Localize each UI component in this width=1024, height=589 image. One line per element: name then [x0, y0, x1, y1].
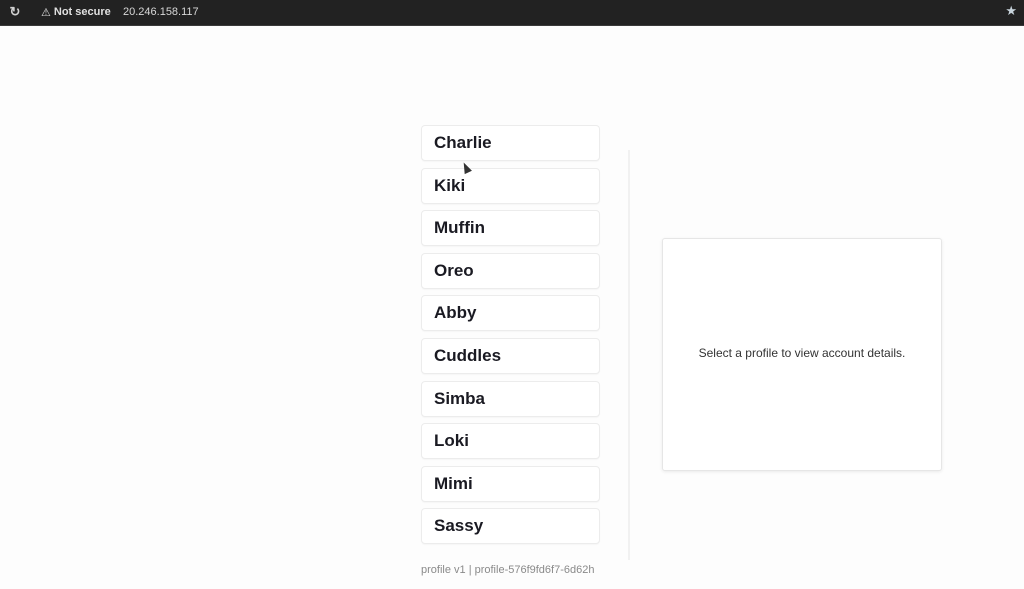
- address-bar[interactable]: 20.246.158.117: [123, 4, 199, 20]
- version-footer: profile v1 | profile-576f9fd6f7-6d62h: [421, 564, 595, 576]
- panel-divider: [628, 150, 630, 560]
- profile-item-muffin[interactable]: Muffin: [421, 210, 600, 247]
- reload-icon[interactable]: ↻: [8, 4, 22, 20]
- profile-item-charlie[interactable]: Charlie: [421, 125, 600, 161]
- profile-item-kiki[interactable]: Kiki: [421, 167, 600, 204]
- profile-item-simba[interactable]: Simba: [421, 380, 600, 417]
- browser-toolbar: ↻ ⚠ Not secure 20.246.158.117 ★: [0, 0, 1024, 26]
- profile-item-loki[interactable]: Loki: [421, 423, 600, 460]
- security-indicator[interactable]: ⚠ Not secure: [41, 4, 111, 20]
- profile-item-sassy[interactable]: Sassy: [421, 508, 600, 545]
- account-details-panel: Select a profile to view account details…: [662, 238, 942, 471]
- profile-item-abby[interactable]: Abby: [421, 295, 600, 332]
- profile-item-mimi[interactable]: Mimi: [421, 465, 600, 502]
- star-icon[interactable]: ★: [1005, 3, 1017, 19]
- profile-item-cuddles[interactable]: Cuddles: [421, 338, 600, 374]
- security-label: Not secure: [53, 6, 111, 18]
- details-placeholder: Select a profile to view account details…: [698, 346, 906, 360]
- warning-triangle-icon: ⚠: [41, 6, 51, 19]
- profile-item-oreo[interactable]: Oreo: [421, 252, 600, 289]
